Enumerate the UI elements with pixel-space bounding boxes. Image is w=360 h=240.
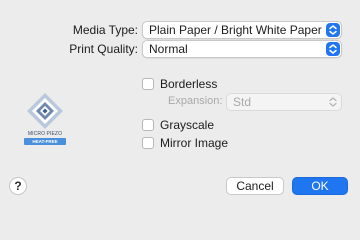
print-quality-label: Print Quality: [69, 42, 138, 56]
borderless-checkbox[interactable] [142, 78, 154, 90]
expansion-stepper-icon [326, 95, 340, 109]
cancel-button[interactable]: Cancel [226, 177, 284, 195]
media-type-label: Media Type: [72, 23, 138, 37]
expansion-value: Std [233, 95, 252, 109]
micro-piezo-logo-icon [27, 93, 63, 129]
print-quality-select[interactable]: Normal [142, 40, 342, 58]
ok-button[interactable]: OK [292, 177, 348, 195]
media-type-stepper-icon [326, 23, 340, 37]
mirror-image-option[interactable]: Mirror Image [142, 135, 228, 151]
mirror-image-label: Mirror Image [160, 136, 229, 150]
borderless-label: Borderless [160, 77, 218, 91]
grayscale-option[interactable]: Grayscale [142, 117, 214, 133]
grayscale-label: Grayscale [160, 118, 215, 132]
mirror-image-checkbox[interactable] [142, 137, 154, 149]
logo-badge: HEAT-FREE [24, 138, 66, 145]
help-button[interactable]: ? [9, 177, 27, 195]
logo-text: MICRO PIEZO [27, 131, 63, 137]
print-quality-stepper-icon [326, 42, 340, 56]
media-type-select[interactable]: Plain Paper / Bright White Paper [142, 21, 342, 39]
expansion-label: Expansion: [168, 95, 223, 107]
expansion-select: Std [226, 93, 342, 111]
grayscale-checkbox[interactable] [142, 119, 154, 131]
media-type-value: Plain Paper / Bright White Paper [149, 23, 322, 37]
print-quality-value: Normal [149, 42, 188, 56]
borderless-option[interactable]: Borderless [142, 76, 217, 92]
